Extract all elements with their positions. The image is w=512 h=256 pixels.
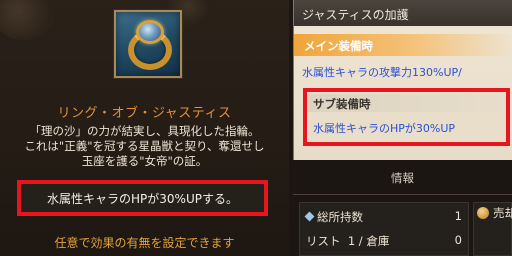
info-table: 総所持数 1 リスト 1 / 倉庫 0 売却 (293, 202, 512, 256)
owned-value: 1 (454, 209, 462, 223)
info-header: 情報 (391, 171, 414, 185)
blessing-panel: ジャスティスの加護 メイン装備時 水属性キャラの攻撃力130%UP/ サブ装備時… (289, 0, 512, 256)
list-label: リスト 1 / 倉庫 (306, 233, 389, 249)
effect-toggle-note[interactable]: 任意で効果の有無を設定できます (0, 234, 289, 251)
owned-label-text: 総所持数 (317, 210, 363, 224)
list-count-row: リスト 1 / 倉庫 0 (306, 233, 466, 251)
item-name: リング・オブ・ジャスティス (57, 106, 232, 121)
sub-equip-label: サブ装備時 (307, 94, 506, 112)
description-line: 玉座を護る"女帝"の証。 (81, 154, 208, 168)
list-value: 1 / 倉庫 (347, 234, 390, 248)
item-detail-panel: リング・オブ・ジャスティス 「理の沙」の力が結実し、具現化した指輪。 これは"正… (0, 0, 289, 256)
decorative-emblem (0, 0, 54, 40)
blessing-card: ジャスティスの加護 メイン装備時 水属性キャラの攻撃力130%UP/ サブ装備時… (293, 0, 512, 160)
storage-value: 0 (454, 233, 462, 247)
owned-label: 総所持数 (304, 209, 363, 225)
description-line: 「理の沙」の力が結実し、具現化した指輪。 (29, 124, 260, 138)
item-effect-highlight: 水属性キャラのHPが30%UPする。 (17, 180, 268, 216)
item-description: 「理の沙」の力が結実し、具現化した指輪。 これは"正義"を冠する星晶獣と契り、奪… (0, 124, 289, 169)
owned-stats: 総所持数 1 リスト 1 / 倉庫 0 (299, 202, 469, 256)
sell-label: 売却 (493, 206, 512, 220)
main-equip-effect: 水属性キャラの攻撃力130%UP/ (302, 66, 462, 79)
ring-gem-icon (136, 20, 164, 44)
description-line: これは"正義"を冠する星晶獣と契り、奪還せし (24, 139, 265, 153)
main-equip-label: メイン装備時 (294, 34, 512, 56)
item-effect-text: 水属性キャラのHPが30%UPする。 (47, 191, 238, 206)
sub-equip-highlight: サブ装備時 水属性キャラのHPが30%UP (303, 88, 510, 146)
blessing-title: ジャスティスの加護 (294, 0, 512, 26)
coin-icon (477, 207, 489, 219)
item-icon-frame (114, 10, 182, 78)
sell-button[interactable]: 売却 (473, 202, 512, 256)
owned-count-row: 総所持数 1 (304, 209, 466, 227)
sub-equip-effect: 水属性キャラのHPが30%UP (313, 122, 456, 135)
diamond-icon (304, 211, 315, 222)
info-divider (293, 194, 512, 195)
list-label-text: リスト (306, 234, 341, 248)
